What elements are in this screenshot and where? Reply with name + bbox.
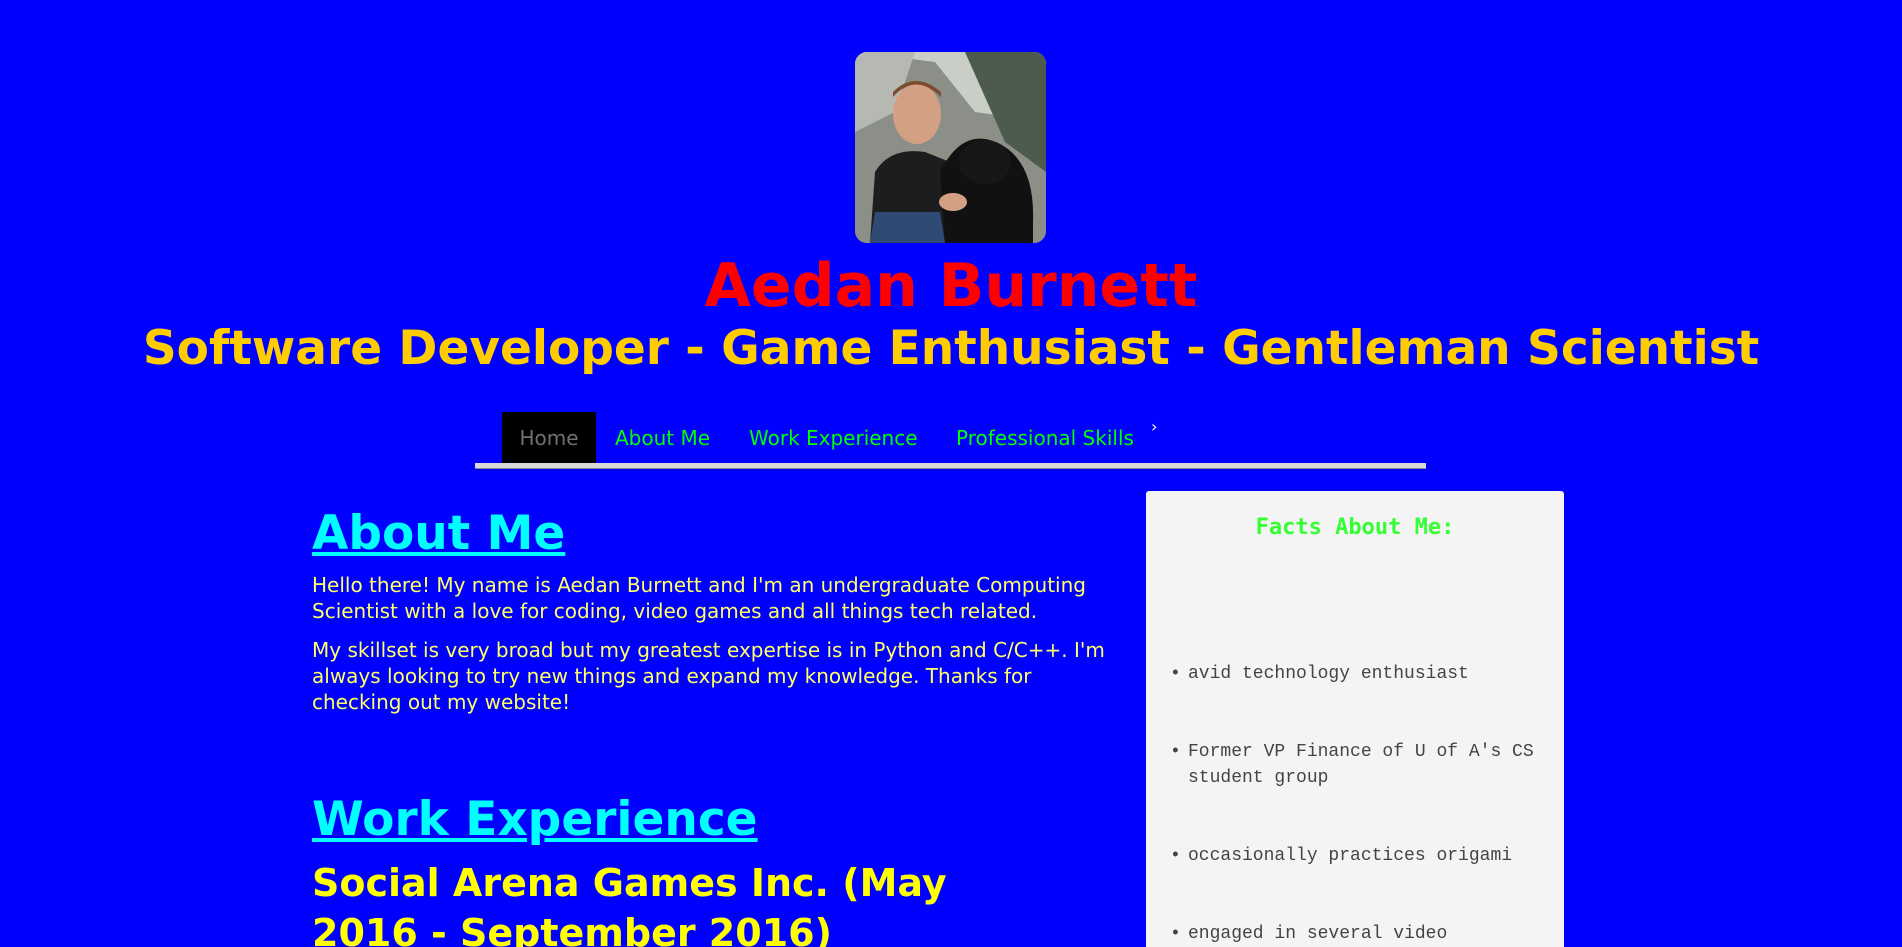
bullet-icon: • [1170,664,1181,684]
profile-name: Aedan Burnett [704,251,1198,321]
nav-divider [475,463,1426,469]
profile-photo [855,52,1046,243]
profile-tagline: Software Developer - Game Enthusiast - G… [142,321,1760,376]
chevron-right-icon[interactable]: › [1151,412,1157,442]
nav-work-experience[interactable]: Work Experience [749,412,918,464]
facts-panel: Facts About Me: • avid technology enthus… [1146,491,1564,947]
fact-text: Former VP Finance of U of A's CS student… [1188,742,1534,788]
about-paragraph-1: Hello there! My name is Aedan Burnett an… [312,573,1086,623]
about-title: About Me [312,506,566,561]
bullet-icon: • [1170,846,1181,866]
fact-text: avid technology enthusiast [1188,664,1469,684]
bullet-icon: • [1170,742,1181,762]
nav-home[interactable]: Home [502,412,596,464]
fact-text: occasionally practices origami [1188,846,1513,866]
main-nav: Home About Me Work Experience Profession… [475,412,1426,464]
about-paragraph-2: My skillset is very broad but my greates… [312,638,1105,714]
nav-about-me[interactable]: About Me [615,412,710,464]
nav-professional-skills[interactable]: Professional Skills [956,412,1134,464]
fact-text: engaged in several video [1188,924,1448,944]
work-title: Work Experience [312,792,758,847]
facts-title: Facts About Me: [1255,515,1455,540]
bullet-icon: • [1170,924,1181,944]
job-title: Social Arena Games Inc. (May 2016 - Sept… [312,861,947,947]
